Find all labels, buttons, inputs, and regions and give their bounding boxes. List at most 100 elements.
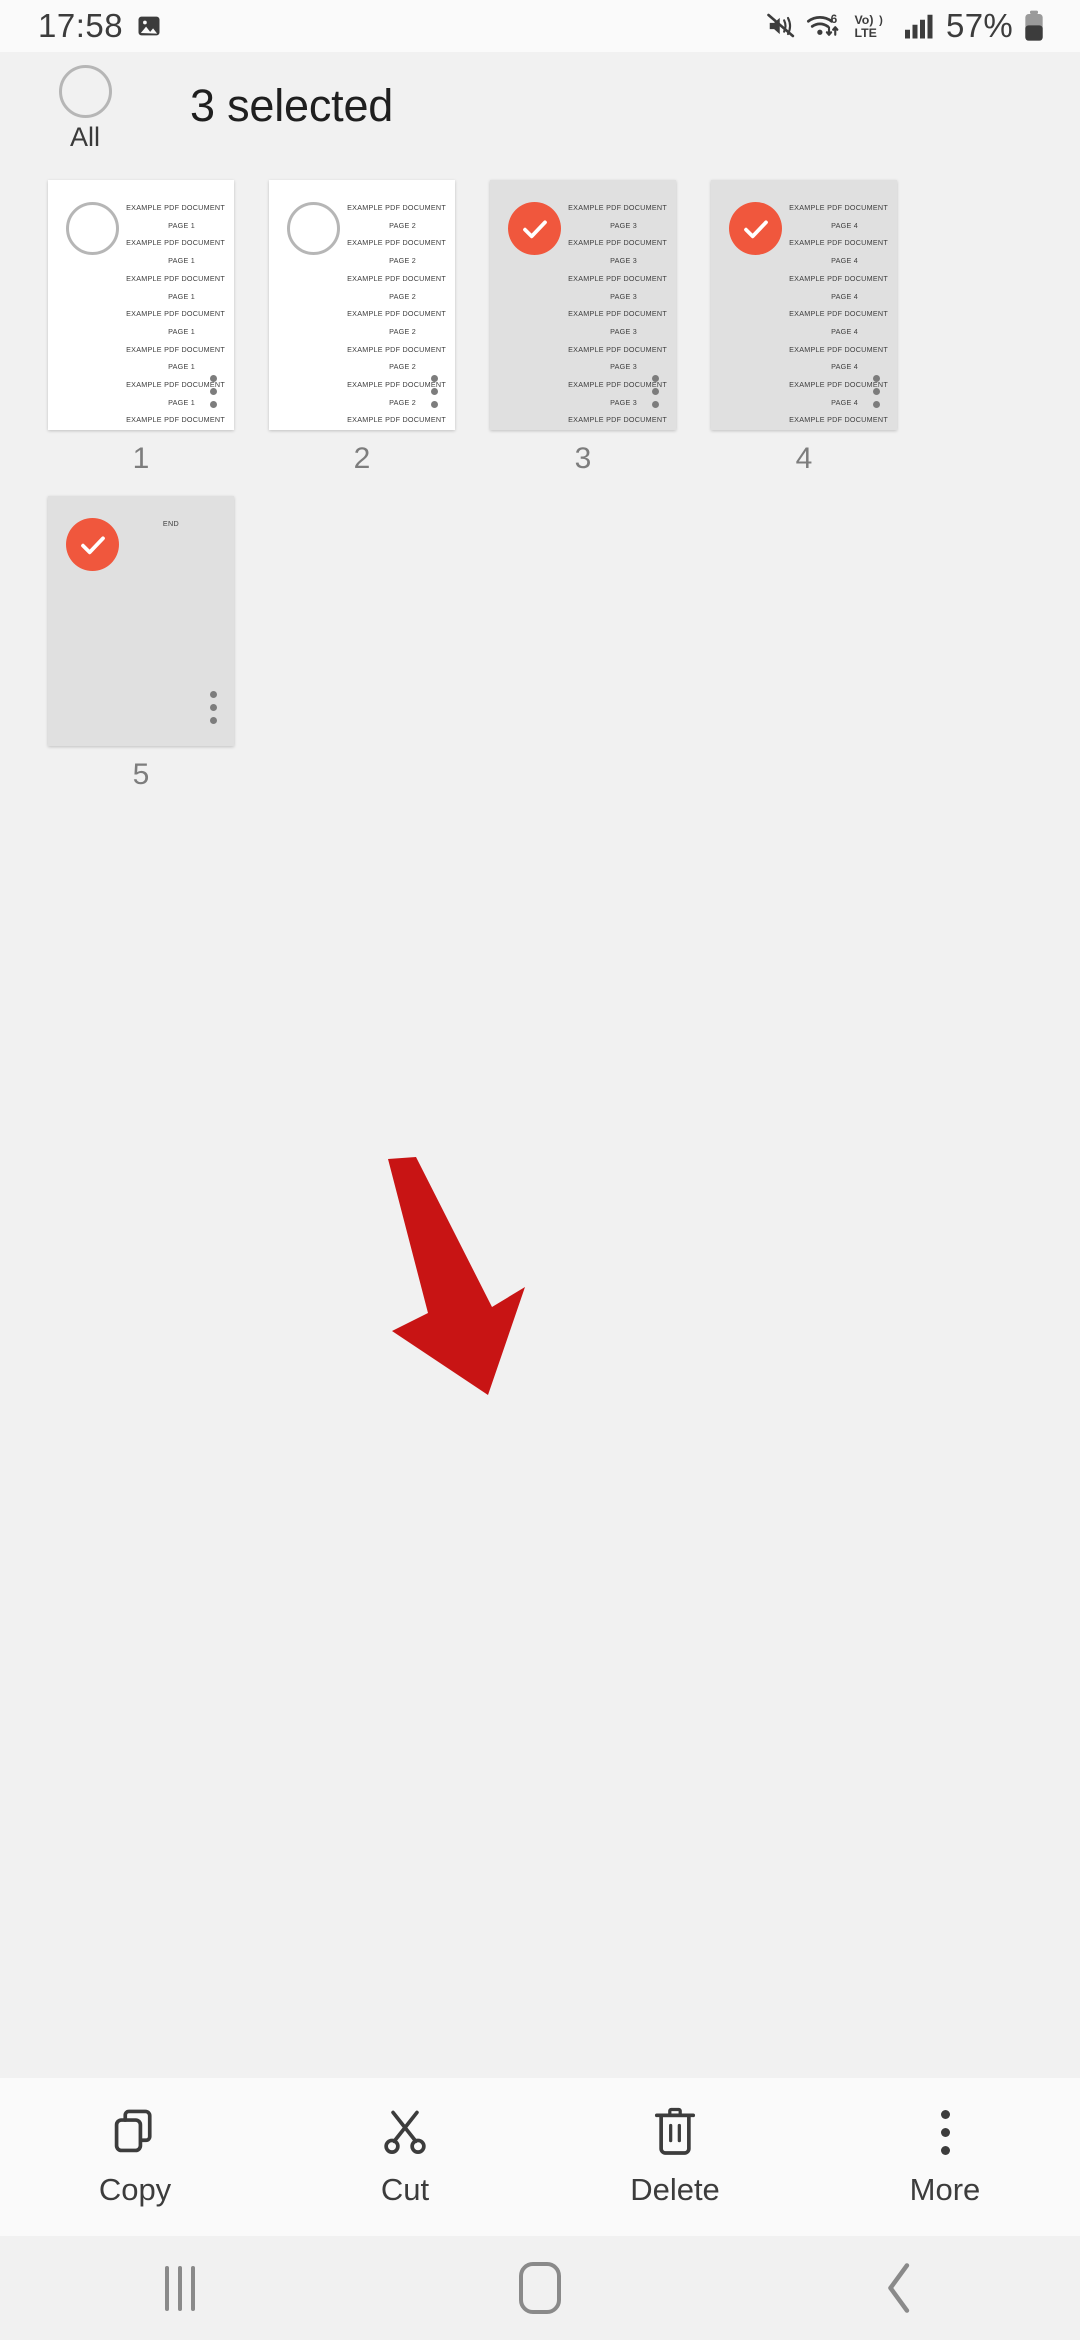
page-checkbox-unchecked[interactable] xyxy=(287,202,340,255)
page-preview-title-line: EXAMPLE PDF DOCUMENT xyxy=(347,415,446,425)
android-nav-bar xyxy=(0,2236,1080,2340)
action-toolbar: Copy Cut Delete More xyxy=(0,2078,1080,2236)
page-grid: EXAMPLE PDF DOCUMENT PAGE 1 EXAMPLE PDF DO… xyxy=(0,180,1080,812)
page-checkbox-checked[interactable] xyxy=(508,202,561,255)
page-overflow-menu-icon[interactable] xyxy=(431,375,438,408)
page-preview-title-line: EXAMPLE PDF DOCUMENT xyxy=(789,344,888,354)
checkmark-icon xyxy=(743,219,768,238)
back-button[interactable] xyxy=(720,2262,1080,2314)
page-preview-page-line: PAGE 3 xyxy=(610,256,637,266)
svg-text:LTE: LTE xyxy=(855,26,877,40)
page-preview-title-line: EXAMPLE PDF DOCUMENT xyxy=(568,203,667,212)
page-cell[interactable]: END 5 xyxy=(48,496,269,792)
page-overflow-menu-icon[interactable] xyxy=(210,691,217,724)
battery-percent-label: 57% xyxy=(946,7,1013,44)
page-cell[interactable]: EXAMPLE PDF DOCUMENT PAGE 1 EXAMPLE PDF DO… xyxy=(48,180,269,476)
page-preview-title-line: EXAMPLE PDF DOCUMENT xyxy=(568,415,667,425)
svg-text:): ) xyxy=(879,15,883,27)
page-preview-page-line: PAGE 4 xyxy=(831,362,858,372)
status-clock: 17:58 xyxy=(38,7,124,44)
page-preview-page-line: PAGE 3 xyxy=(610,362,637,372)
delete-button[interactable]: Delete xyxy=(540,2106,810,2208)
page-number-label: 5 xyxy=(132,758,150,791)
page-preview-title-line: EXAMPLE PDF DOCUMENT xyxy=(126,309,225,319)
page-number-label: 1 xyxy=(132,442,150,475)
page-preview-title-line: EXAMPLE PDF DOCUMENT xyxy=(347,203,446,212)
page-number-label: 3 xyxy=(574,442,592,475)
page-thumbnail[interactable]: EXAMPLE PDF DOCUMENT PAGE 2 EXAMPLE PDF DO… xyxy=(269,180,455,430)
page-preview-page-line: PAGE 3 xyxy=(610,291,637,301)
page-preview-title-line: EXAMPLE PDF DOCUMENT xyxy=(568,238,667,248)
page-preview-title-line: EXAMPLE PDF DOCUMENT xyxy=(347,273,446,283)
page-checkbox-checked[interactable] xyxy=(729,202,782,255)
page-preview-title-line: EXAMPLE PDF DOCUMENT xyxy=(789,238,888,248)
more-button[interactable]: More xyxy=(810,2106,1080,2208)
page-overflow-menu-icon[interactable] xyxy=(873,375,880,408)
page-checkbox-checked[interactable] xyxy=(66,518,119,571)
page-preview-title-line: EXAMPLE PDF DOCUMENT xyxy=(126,238,225,248)
cut-label: Cut xyxy=(380,2172,430,2207)
page-thumbnail[interactable]: EXAMPLE PDF DOCUMENT PAGE 3 EXAMPLE PDF DO… xyxy=(490,180,676,430)
home-button[interactable] xyxy=(360,2262,720,2314)
page-preview-title-line: EXAMPLE PDF DOCUMENT xyxy=(789,415,888,425)
mute-icon xyxy=(767,13,795,38)
page-preview-title-line: EXAMPLE PDF DOCUMENT xyxy=(789,309,888,319)
svg-text:Vo): Vo) xyxy=(855,13,874,27)
page-preview-title-line: EXAMPLE PDF DOCUMENT xyxy=(347,238,446,248)
copy-icon xyxy=(114,2109,152,2153)
page-preview-title-line: EXAMPLE PDF DOCUMENT xyxy=(568,344,667,354)
page-preview-title-line: EXAMPLE PDF DOCUMENT xyxy=(126,344,225,354)
cut-button[interactable]: Cut xyxy=(270,2106,540,2208)
copy-button[interactable]: Copy xyxy=(0,2106,270,2208)
page-preview-page-line: PAGE 1 xyxy=(168,220,195,230)
page-preview-page-line: PAGE 2 xyxy=(389,326,416,336)
wifi-6-icon: 6 xyxy=(807,12,839,36)
page-preview-page-line: PAGE 1 xyxy=(168,291,195,301)
page-preview-title-line: EXAMPLE PDF DOCUMENT xyxy=(789,273,888,283)
annotation-arrow-icon xyxy=(388,1157,525,1395)
scissors-icon xyxy=(384,2110,426,2154)
page-cell[interactable]: EXAMPLE PDF DOCUMENT PAGE 2 EXAMPLE PDF DO… xyxy=(269,180,490,476)
page-preview-page-line: PAGE 1 xyxy=(168,362,195,372)
select-all-label: All xyxy=(69,122,100,152)
page-preview-page-line: PAGE 2 xyxy=(389,397,416,407)
page-preview-title-line: EXAMPLE PDF DOCUMENT xyxy=(126,203,225,212)
page-preview-page-line: PAGE 1 xyxy=(168,397,195,407)
back-icon xyxy=(888,2263,910,2313)
page-preview-title-line: EXAMPLE PDF DOCUMENT xyxy=(568,309,667,319)
page-overflow-menu-icon[interactable] xyxy=(210,375,217,408)
page-title: 3 selected xyxy=(190,80,394,131)
page-thumbnail[interactable]: EXAMPLE PDF DOCUMENT PAGE 4 EXAMPLE PDF DO… xyxy=(711,180,897,430)
volte-lte-icon: Vo) ) LTE xyxy=(855,13,884,40)
page-preview-title-line: EXAMPLE PDF DOCUMENT xyxy=(126,415,225,425)
page-preview-title-line: EXAMPLE PDF DOCUMENT xyxy=(126,273,225,283)
page-checkbox-unchecked[interactable] xyxy=(66,202,119,255)
page-preview-page-line: PAGE 1 xyxy=(168,326,195,336)
cellular-signal-icon xyxy=(905,14,933,39)
delete-label: Delete xyxy=(630,2172,720,2207)
page-preview-page-line: PAGE 3 xyxy=(610,220,637,230)
page-cell[interactable]: EXAMPLE PDF DOCUMENT PAGE 4 EXAMPLE PDF DO… xyxy=(711,180,932,476)
select-all-control[interactable]: All xyxy=(44,65,126,153)
page-preview-page-line: PAGE 2 xyxy=(389,220,416,230)
status-bar-right: 6 Vo) ) LTE 57% xyxy=(766,7,1046,45)
page-overflow-menu-icon[interactable] xyxy=(652,375,659,408)
page-number-label: 4 xyxy=(795,442,813,475)
selection-header: All 3 selected xyxy=(0,52,1080,170)
page-preview-page-line: PAGE 3 xyxy=(610,326,637,336)
page-thumbnail[interactable]: EXAMPLE PDF DOCUMENT PAGE 1 EXAMPLE PDF DO… xyxy=(48,180,234,430)
home-icon xyxy=(519,2262,561,2314)
page-preview-page-line: PAGE 2 xyxy=(389,362,416,372)
checkmark-icon xyxy=(522,219,547,238)
svg-text:6: 6 xyxy=(831,12,838,26)
page-preview-title-line: EXAMPLE PDF DOCUMENT xyxy=(347,344,446,354)
battery-icon xyxy=(1025,10,1043,41)
page-thumbnail[interactable]: END xyxy=(48,496,234,746)
page-end-text: END xyxy=(162,519,179,528)
page-preview-page-line: PAGE 3 xyxy=(610,397,637,407)
select-all-checkbox[interactable] xyxy=(58,65,112,118)
page-preview-title-line: EXAMPLE PDF DOCUMENT xyxy=(347,309,446,319)
recents-button[interactable] xyxy=(0,2265,360,2311)
page-cell[interactable]: EXAMPLE PDF DOCUMENT PAGE 3 EXAMPLE PDF DO… xyxy=(490,180,711,476)
page-preview-page-line: PAGE 2 xyxy=(389,291,416,301)
